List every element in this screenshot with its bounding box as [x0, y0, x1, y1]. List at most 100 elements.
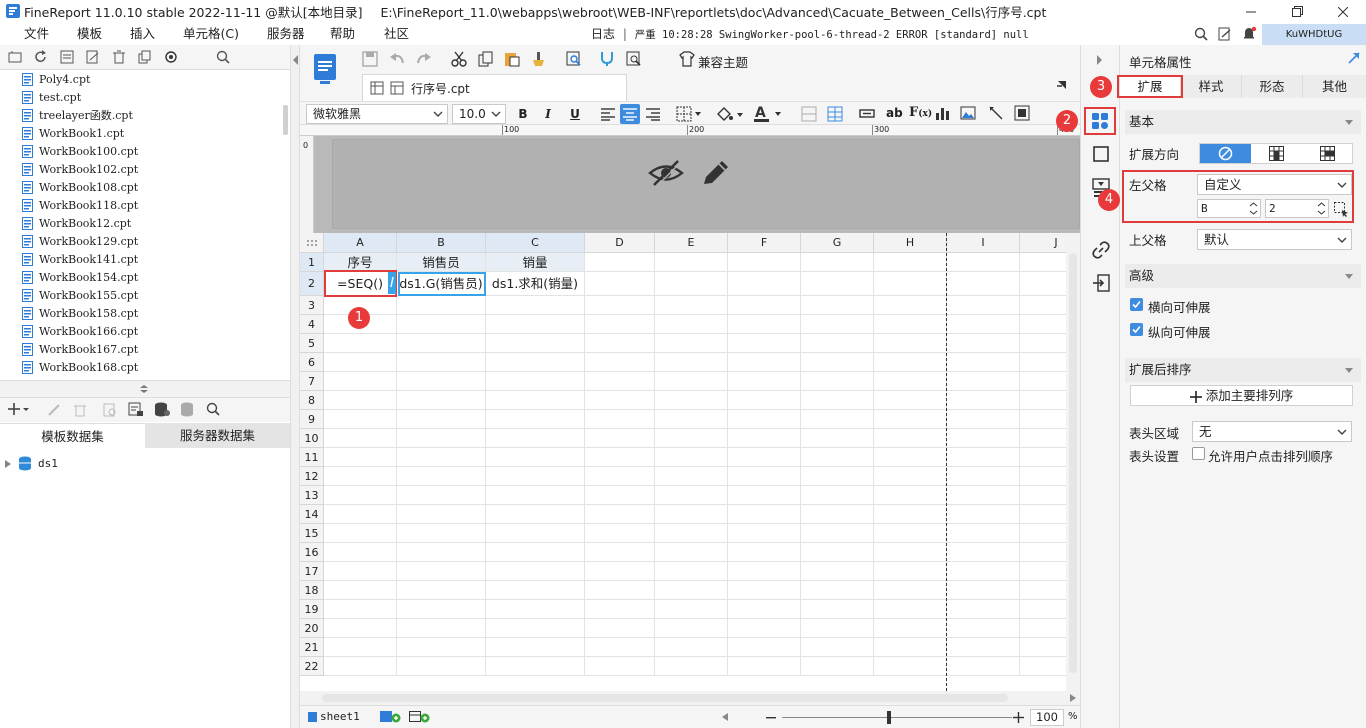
column-header[interactable]: E: [655, 233, 728, 253]
close-window-button[interactable]: [1320, 0, 1366, 23]
cell-I6[interactable]: [947, 353, 1020, 372]
menu-template[interactable]: 模板: [77, 23, 102, 45]
bind-icon[interactable]: [599, 51, 615, 67]
theme-icon[interactable]: [679, 51, 695, 67]
row-header[interactable]: 7: [300, 372, 324, 391]
cell-G7[interactable]: [801, 372, 874, 391]
cell-J4[interactable]: [1020, 315, 1066, 334]
font-family-select[interactable]: 微软雅黑: [306, 104, 448, 124]
cell-C15[interactable]: [486, 524, 585, 543]
cell-G14[interactable]: [801, 505, 874, 524]
cell-H11[interactable]: [874, 448, 947, 467]
cell-G5[interactable]: [801, 334, 874, 353]
cell-G21[interactable]: [801, 638, 874, 657]
cell-F15[interactable]: [728, 524, 801, 543]
dataset-search-icon[interactable]: [206, 402, 220, 416]
cell-E4[interactable]: [655, 315, 728, 334]
row-header[interactable]: 21: [300, 638, 324, 657]
cell-G12[interactable]: [801, 467, 874, 486]
cell-A7[interactable]: [324, 372, 397, 391]
cell-B9[interactable]: [397, 410, 486, 429]
cell-D7[interactable]: [585, 372, 655, 391]
file-item[interactable]: WorkBook118.cpt: [22, 196, 138, 214]
cell-D3[interactable]: [585, 296, 655, 315]
cell-J11[interactable]: [1020, 448, 1066, 467]
cell-I14[interactable]: [947, 505, 1020, 524]
cell-H21[interactable]: [874, 638, 947, 657]
cell-G4[interactable]: [801, 315, 874, 334]
cell-B2[interactable]: ds1.G(销售员): [397, 272, 486, 296]
cell-A9[interactable]: [324, 410, 397, 429]
cell-A10[interactable]: [324, 429, 397, 448]
cell-B19[interactable]: [397, 600, 486, 619]
cell-E8[interactable]: [655, 391, 728, 410]
cell-J21[interactable]: [1020, 638, 1066, 657]
search-icon[interactable]: [1194, 27, 1208, 41]
cell-B4[interactable]: [397, 315, 486, 334]
theme-button[interactable]: 兼容主题: [698, 52, 748, 71]
row-header[interactable]: 16: [300, 543, 324, 562]
cell-F16[interactable]: [728, 543, 801, 562]
notification-bell-icon[interactable]: [1242, 26, 1257, 41]
cell-G1[interactable]: [801, 253, 874, 272]
cell-J7[interactable]: [1020, 372, 1066, 391]
pencil-edit-icon[interactable]: [700, 158, 732, 188]
file-item[interactable]: WorkBook155.cpt: [22, 286, 138, 304]
file-item[interactable]: WorkBook168.cpt: [22, 358, 138, 376]
format-brush-icon[interactable]: [530, 51, 546, 67]
cell-A18[interactable]: [324, 581, 397, 600]
row-header[interactable]: 9: [300, 410, 324, 429]
log-label[interactable]: 日志: [591, 27, 615, 41]
underline-button[interactable]: U: [568, 104, 582, 124]
cell-A1[interactable]: 序号: [324, 253, 397, 272]
cell-C6[interactable]: [486, 353, 585, 372]
cell-C19[interactable]: [486, 600, 585, 619]
menu-help[interactable]: 帮助: [330, 23, 355, 45]
cell-D11[interactable]: [585, 448, 655, 467]
cell-A14[interactable]: [324, 505, 397, 524]
cell-I15[interactable]: [947, 524, 1020, 543]
cell-E21[interactable]: [655, 638, 728, 657]
cell-H4[interactable]: [874, 315, 947, 334]
new-folder-icon[interactable]: [8, 50, 22, 64]
cell-J18[interactable]: [1020, 581, 1066, 600]
file-item[interactable]: treelayer函数.cpt: [22, 106, 133, 124]
row-header[interactable]: 11: [300, 448, 324, 467]
cell-D18[interactable]: [585, 581, 655, 600]
cell-H7[interactable]: [874, 372, 947, 391]
row-header[interactable]: 8: [300, 391, 324, 410]
row-header[interactable]: 3: [300, 296, 324, 315]
row-header[interactable]: 2: [300, 272, 324, 296]
cell-E14[interactable]: [655, 505, 728, 524]
align-right-icon[interactable]: [645, 106, 661, 122]
hyperlink-icon[interactable]: [1092, 241, 1110, 259]
locate-icon[interactable]: [164, 50, 178, 64]
vertical-scroll-thumb[interactable]: [1069, 253, 1077, 673]
cell-I10[interactable]: [947, 429, 1020, 448]
expand-vertical-button[interactable]: [1251, 144, 1302, 163]
subreport-icon[interactable]: [1014, 105, 1030, 121]
cell-B22[interactable]: [397, 657, 486, 676]
cell-I17[interactable]: [947, 562, 1020, 581]
column-header[interactable]: A: [324, 233, 397, 253]
cell-B13[interactable]: [397, 486, 486, 505]
cell-I2[interactable]: [947, 272, 1020, 296]
cell-E15[interactable]: [655, 524, 728, 543]
menu-cell[interactable]: 单元格(C): [183, 23, 239, 45]
cut-icon[interactable]: [451, 51, 467, 67]
cell-I4[interactable]: [947, 315, 1020, 334]
file-item[interactable]: WorkBook154.cpt: [22, 268, 138, 286]
cell-D15[interactable]: [585, 524, 655, 543]
preview-dataset-icon[interactable]: [103, 403, 117, 417]
cell-I5[interactable]: [947, 334, 1020, 353]
column-header[interactable]: G: [801, 233, 874, 253]
fill-color-icon[interactable]: [715, 105, 747, 123]
row-header[interactable]: 10: [300, 429, 324, 448]
cell-E17[interactable]: [655, 562, 728, 581]
paste-icon[interactable]: [504, 51, 520, 67]
row-header[interactable]: 17: [300, 562, 324, 581]
align-center-icon[interactable]: [620, 104, 640, 124]
cell-J1[interactable]: [1020, 253, 1066, 272]
cell-B7[interactable]: [397, 372, 486, 391]
cell-H15[interactable]: [874, 524, 947, 543]
